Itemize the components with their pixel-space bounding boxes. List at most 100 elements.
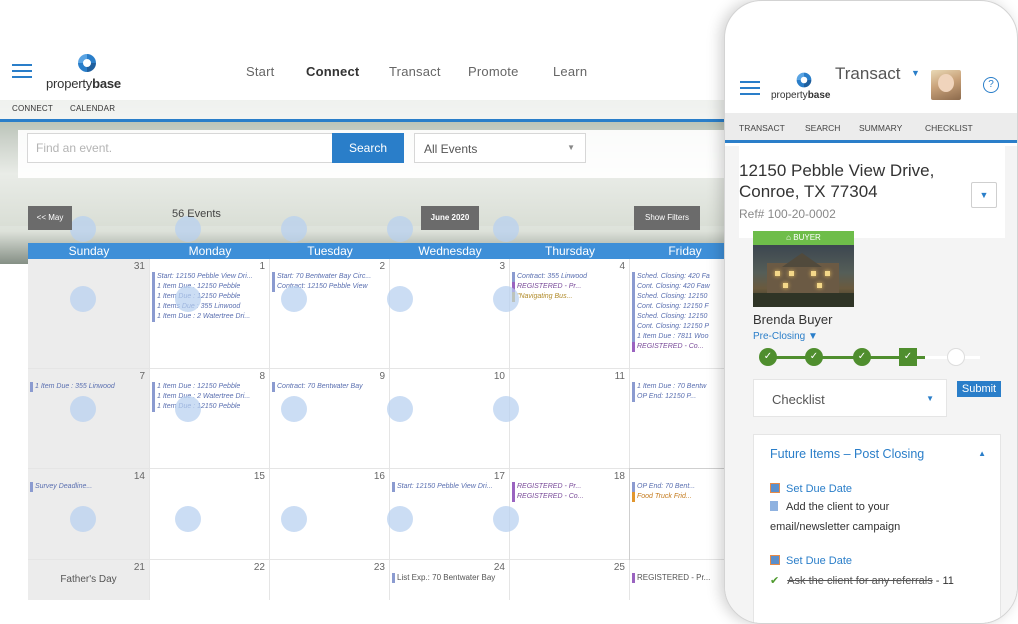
calendar-event[interactable]: 1 Item Due : 2 Watertree Dri... xyxy=(152,312,267,322)
checklist-panel: Future Items – Post Closing ▲ Set Due Da… xyxy=(753,434,1001,623)
calendar-event[interactable]: Sched. Closing: 420 Fa xyxy=(632,272,737,282)
propertybase-logo[interactable]: propertybase xyxy=(46,52,130,92)
calendar-event[interactable]: Sched. Closing: 12150 xyxy=(632,292,737,302)
tab-transact[interactable]: TRANSACT xyxy=(739,123,785,133)
step-pending-icon[interactable] xyxy=(947,348,965,366)
calendar-event[interactable]: Food Truck Frid... xyxy=(632,492,737,502)
event-type-select[interactable]: All Events ▼ xyxy=(414,133,586,163)
help-icon[interactable]: ? xyxy=(983,77,999,93)
calendar-event[interactable]: REGISTERED - Pr... xyxy=(512,482,627,492)
address-dropdown-button[interactable]: ▼ xyxy=(971,182,997,208)
caret-down-icon[interactable]: ▼ xyxy=(911,68,920,78)
breadcrumb-connect[interactable]: CONNECT xyxy=(12,104,53,113)
calendar-event[interactable]: 1 Item Due : 355 Linwood xyxy=(30,382,147,392)
logo-mark-icon xyxy=(796,72,812,88)
calendar-event[interactable]: Contract: 355 Linwood xyxy=(512,272,627,282)
calendar-day-cell[interactable]: 18 REGISTERED - Pr... REGISTERED - Co... xyxy=(510,469,630,560)
property-photo[interactable] xyxy=(753,245,854,307)
calendar-event[interactable]: 1 Item Due : 7811 Woo xyxy=(632,332,737,342)
search-button[interactable]: Search xyxy=(332,133,404,163)
panel-title[interactable]: Future Items – Post Closing xyxy=(770,447,924,461)
step-complete-icon[interactable]: ✓ xyxy=(759,348,777,366)
nav-learn[interactable]: Learn xyxy=(553,64,587,79)
calendar-event[interactable]: Cont. Closing: 12150 P xyxy=(632,322,737,332)
calendar-event[interactable]: Cont. Closing: 420 Faw xyxy=(632,282,737,292)
show-filters-button[interactable]: Show Filters xyxy=(634,206,700,230)
hamburger-menu-icon[interactable] xyxy=(12,64,32,78)
breadcrumb-calendar[interactable]: CALENDAR xyxy=(70,104,115,113)
set-due-date-link[interactable]: Set Due Date xyxy=(770,483,852,495)
propertybase-logo[interactable]: propertybase xyxy=(771,71,839,103)
event-search-bar: Search All Events ▼ xyxy=(18,130,724,178)
event-list: Survey Deadline... xyxy=(30,482,147,492)
nav-start[interactable]: Start xyxy=(246,64,274,79)
stage-select[interactable]: Pre-Closing ▼ xyxy=(753,331,818,342)
calendar-day-cell[interactable]: 1 Start: 12150 Pebble View Dri... 1 Item D… xyxy=(150,259,270,369)
step-current-icon[interactable]: ✓ xyxy=(899,348,917,366)
calendar-event[interactable]: List Exp.: 70 Bentwater Bay xyxy=(392,573,507,583)
section-switcher[interactable]: Transact xyxy=(835,64,901,84)
calendar-event[interactable]: REGISTERED - Co... xyxy=(512,492,627,502)
current-month-button[interactable]: June 2020 xyxy=(421,206,479,230)
previous-month-button[interactable]: << May xyxy=(28,206,72,230)
calendar-event[interactable]: Cont. Closing: 12150 F xyxy=(632,302,737,312)
event-search-input[interactable] xyxy=(27,133,333,163)
tab-checklist[interactable]: CHECKLIST xyxy=(925,123,973,133)
weekday-header: Monday xyxy=(188,244,232,258)
calendar-event[interactable]: 1 Item Due : 12150 Pebble xyxy=(152,282,267,292)
step-complete-icon[interactable]: ✓ xyxy=(805,348,823,366)
calendar-event[interactable]: OP End: 12150 P... xyxy=(632,392,737,402)
calendar-event[interactable]: OP End: 70 Bent... xyxy=(632,482,737,492)
chevron-up-icon[interactable]: ▲ xyxy=(978,449,986,458)
calendar-event[interactable]: 1 Item Due : 70 Bentw xyxy=(632,382,737,392)
calendar-event[interactable]: Start: 12150 Pebble View Dri... xyxy=(152,272,267,282)
event-list: Contract: 70 Bentwater Bay xyxy=(272,382,387,392)
calendar-event[interactable]: Start: 70 Bentwater Bay Circ... xyxy=(272,272,387,282)
calendar-event[interactable]: Contract: 70 Bentwater Bay xyxy=(272,382,387,392)
calendar-day-cell[interactable]: 11 xyxy=(510,369,630,469)
calendar-event[interactable]: 1 Item Due : 12150 Pebble xyxy=(152,402,267,412)
touch-indicator xyxy=(387,396,413,422)
calendar-event[interactable]: Start: 12150 Pebble View Dri... xyxy=(392,482,507,492)
weekday-header: Thursday xyxy=(544,244,596,258)
checklist-item[interactable]: Add the client to your xyxy=(770,501,889,513)
calendar-event[interactable]: REGISTERED - Pr... xyxy=(512,282,627,292)
checklist-item-completed[interactable]: ✔ Ask the client for any referrals - 11 xyxy=(770,574,954,587)
calendar-day-cell[interactable]: 25 xyxy=(510,560,630,600)
calendar-event[interactable]: Survey Deadline... xyxy=(30,482,147,492)
calendar-event[interactable]: 1 Item Due : 12150 Pebble xyxy=(152,382,267,392)
set-due-date-link[interactable]: Set Due Date xyxy=(770,555,852,567)
calendar-event[interactable]: "Navigating Bus... xyxy=(512,292,627,302)
calendar-event[interactable]: REGISTERED - Co... xyxy=(632,342,737,352)
mobile-tabs: TRANSACT SEARCH SUMMARY CHECKLIST xyxy=(725,113,1017,143)
day-number: 24 xyxy=(493,562,505,573)
step-complete-icon[interactable]: ✓ xyxy=(853,348,871,366)
nav-promote[interactable]: Promote xyxy=(468,64,519,79)
stage-progress: ✓ ✓ ✓ ✓ xyxy=(759,346,985,368)
calendar-event[interactable]: REGISTERED - Pr... xyxy=(632,573,737,583)
calendar-day-cell[interactable]: 3 xyxy=(390,259,510,369)
calendar-event[interactable]: 1 Item Due : 2 Watertree Dri... xyxy=(152,392,267,402)
calendar-day-cell[interactable]: 31 xyxy=(28,259,150,369)
tab-summary[interactable]: SUMMARY xyxy=(859,123,902,133)
touch-indicator xyxy=(387,506,413,532)
calendar-day-cell[interactable]: 23 xyxy=(270,560,390,600)
checklist-select-value: Checklist xyxy=(772,392,825,407)
user-avatar[interactable] xyxy=(931,70,961,100)
hamburger-menu-icon[interactable] xyxy=(740,81,760,95)
calendar-event[interactable]: 1 Item Due : 12150 Pebble xyxy=(152,292,267,302)
nav-transact[interactable]: Transact xyxy=(389,64,441,79)
checklist-select[interactable]: Checklist ▼ xyxy=(753,379,947,417)
tab-search[interactable]: SEARCH xyxy=(805,123,840,133)
calendar-day-cell[interactable]: 2 Start: 70 Bentwater Bay Circ... Contract… xyxy=(270,259,390,369)
calendar-day-cell[interactable]: 15 xyxy=(150,469,270,560)
submit-button[interactable]: Submit xyxy=(957,381,1001,397)
nav-connect[interactable]: Connect xyxy=(306,64,359,79)
calendar-day-cell[interactable]: 4 Contract: 355 Linwood REGISTERED - Pr...… xyxy=(510,259,630,369)
calendar-event[interactable]: 1 Items Due : 355 Linwood xyxy=(152,302,267,312)
calendar-day-cell[interactable]: 21 Father's Day xyxy=(28,560,150,600)
calendar-day-cell[interactable]: 81 Item Due : 12150 Pebble 1 Item Due : 2… xyxy=(150,369,270,469)
calendar-day-cell[interactable]: 24 List Exp.: 70 Bentwater Bay xyxy=(390,560,510,600)
calendar-event[interactable]: Sched. Closing: 12150 xyxy=(632,312,737,322)
calendar-day-cell[interactable]: 22 xyxy=(150,560,270,600)
